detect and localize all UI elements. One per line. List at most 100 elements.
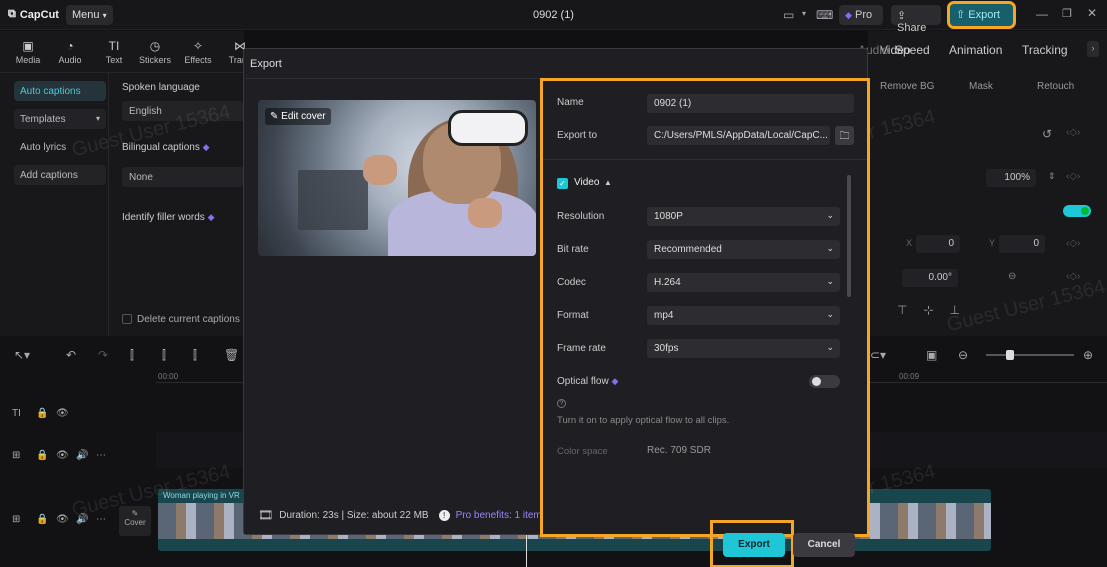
cover-preview[interactable]: ✎ Edit cover	[258, 100, 536, 256]
speaker-icon[interactable]: 🔊	[76, 514, 88, 525]
tab-tracking[interactable]: Tracking	[1022, 43, 1068, 57]
chevron-up-icon[interactable]: ▲	[604, 178, 612, 187]
export-icon: ⇧	[956, 9, 966, 21]
tab-retouch[interactable]: Retouch	[1037, 81, 1074, 92]
tab-mask[interactable]: Mask	[969, 81, 993, 92]
codec-select[interactable]: H.264 ⌄	[647, 273, 840, 292]
optical-flow-toggle[interactable]	[809, 375, 840, 388]
keyframe-icon[interactable]: ‹◇›	[1066, 127, 1080, 138]
delete-captions-checkbox[interactable]	[122, 314, 132, 324]
cover-button[interactable]: ✎ Cover	[119, 506, 151, 536]
framerate-value: 30fps	[654, 343, 679, 354]
scale-value[interactable]: 100%	[986, 169, 1036, 187]
zoom-slider[interactable]	[986, 350, 1074, 360]
share-icon: ⇪	[897, 10, 907, 22]
lock-icon[interactable]: 🔒	[36, 408, 48, 419]
pro-button[interactable]: ◆ Pro	[839, 5, 883, 25]
tool-text[interactable]: TI Text	[94, 39, 134, 65]
keyframe-icon[interactable]: ‹◇›	[1066, 238, 1080, 249]
eye-icon[interactable]: 👁	[56, 450, 69, 461]
video-section-label[interactable]: Video	[574, 177, 599, 188]
tool-audio[interactable]: ◔ Audio	[50, 39, 90, 65]
tool-label: Stickers	[138, 55, 171, 65]
framerate-select[interactable]: 30fps ⌄	[647, 339, 840, 358]
tool-stickers[interactable]: ◷ Stickers	[135, 39, 175, 65]
top-export-button[interactable]: ⇧ Export	[947, 1, 1016, 29]
keyframe-icon[interactable]: ‹◇›	[1066, 271, 1080, 282]
redo-icon[interactable]: ↷	[98, 348, 108, 362]
edit-cover-button[interactable]: ✎ Edit cover	[265, 108, 331, 125]
chevron-right-icon[interactable]: ›	[1087, 41, 1099, 57]
pro-benefits-link[interactable]: Pro benefits: 1 item	[456, 510, 542, 521]
rotate-dial-icon[interactable]: ⊖	[1008, 271, 1016, 282]
bilingual-select[interactable]: None	[122, 167, 244, 187]
reset-icon[interactable]: ↺	[1042, 127, 1052, 141]
preview-icon[interactable]: ▣	[926, 348, 937, 362]
color-space-value: Rec. 709 SDR	[647, 445, 711, 456]
eye-icon[interactable]: 👁	[56, 408, 69, 419]
auto-captions-item[interactable]: Auto captions	[14, 81, 106, 101]
layout-icon[interactable]: ▭	[783, 8, 794, 22]
close-icon[interactable]: ✕	[1087, 6, 1097, 20]
audio-track-icon: ⊞	[12, 450, 21, 461]
restore-icon[interactable]: ❐	[1062, 7, 1072, 20]
align-icons[interactable]: ⊤⊹⊥	[897, 303, 976, 317]
y-label: Y	[989, 238, 996, 248]
shortcuts-icon[interactable]: ⌨	[816, 8, 833, 22]
eye-icon[interactable]: 👁	[56, 514, 69, 525]
select-tool-icon[interactable]: ↖▾	[14, 348, 30, 362]
tool-label: Audio	[58, 55, 82, 65]
minimize-icon[interactable]: —	[1036, 7, 1048, 21]
export-path-input[interactable]: C:/Users/PMLS/AppData/Local/CapC...	[647, 126, 830, 145]
magnet-icon[interactable]: ⊂▾	[870, 348, 886, 362]
diamond-icon: ◆	[611, 376, 619, 386]
tool-effects[interactable]: ✧ Effects	[178, 39, 218, 65]
share-button[interactable]: ⇪ Share	[891, 5, 941, 34]
more-icon[interactable]: ⋯	[96, 450, 106, 461]
stepper-icon[interactable]: ⇕	[1048, 171, 1056, 182]
add-captions-item[interactable]: Add captions	[14, 165, 106, 185]
keyframe-icon[interactable]: ‹◇›	[1066, 171, 1080, 182]
video-checkbox[interactable]: ✓	[557, 178, 568, 189]
y-value[interactable]: 0	[999, 235, 1045, 253]
x-value[interactable]: 0	[916, 235, 960, 253]
more-icon[interactable]: ⋯	[96, 514, 106, 525]
resolution-select[interactable]: 1080P ⌄	[647, 207, 840, 226]
speaker-icon[interactable]: 🔊	[76, 450, 88, 461]
delete-icon[interactable]: 🗑	[224, 348, 239, 362]
auto-lyrics-item[interactable]: Auto lyrics	[14, 137, 106, 157]
chevron-down-icon: ⌄	[826, 309, 834, 319]
templates-item[interactable]: Templates ▾	[14, 109, 106, 129]
zoom-out-icon[interactable]: ⊖	[958, 348, 968, 362]
format-select[interactable]: mp4 ⌄	[647, 306, 840, 325]
chevron-down-icon: ⌄	[826, 276, 834, 286]
split-right-icon[interactable]: ⫿	[193, 348, 197, 363]
name-input[interactable]: 0902 (1)	[647, 94, 854, 113]
spoken-language-select[interactable]: English	[122, 101, 244, 121]
cancel-button[interactable]: Cancel	[793, 533, 855, 557]
tab-remove-bg[interactable]: Remove BG	[880, 81, 934, 92]
split-icon[interactable]: ⫿	[130, 348, 134, 363]
settings-scrollbar[interactable]	[847, 175, 851, 297]
uniform-scale-toggle[interactable]	[1063, 205, 1091, 217]
bilingual-value: None	[129, 172, 153, 183]
tab-speed[interactable]: Speed	[895, 43, 930, 57]
export-button[interactable]: Export	[723, 533, 785, 557]
lock-icon[interactable]: 🔒	[36, 450, 48, 461]
lock-icon[interactable]: 🔒	[36, 514, 48, 525]
rotate-value[interactable]: 0.00°	[902, 269, 958, 287]
help-icon[interactable]: ?	[557, 399, 566, 408]
chevron-down-icon[interactable]: ▾	[802, 9, 806, 18]
diamond-icon: ◆	[845, 10, 852, 20]
zoom-in-icon[interactable]: ⊕	[1083, 348, 1093, 362]
playhead[interactable]	[526, 532, 527, 567]
bitrate-select[interactable]: Recommended ⌄	[647, 240, 840, 259]
filler-words-text: Identify filler words	[122, 212, 205, 223]
tab-animation[interactable]: Animation	[949, 43, 1002, 57]
tool-media[interactable]: ▣ Media	[8, 39, 48, 65]
split-left-icon[interactable]: ⫿	[162, 348, 166, 363]
folder-icon[interactable]: 🗀	[835, 126, 854, 145]
codec-value: H.264	[654, 277, 681, 288]
undo-icon[interactable]: ↶	[66, 348, 76, 362]
stickers-icon: ◷	[149, 39, 161, 53]
